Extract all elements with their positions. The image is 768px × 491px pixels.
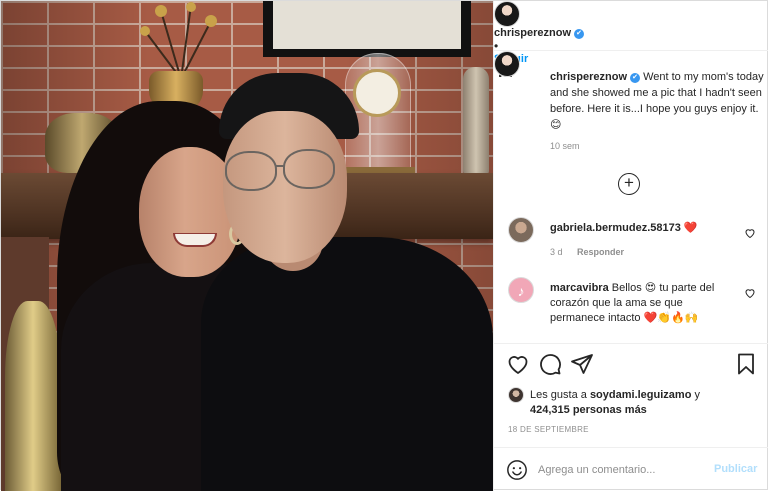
- comment-username[interactable]: gabriela.bermudez.58173: [550, 222, 681, 234]
- instagram-post: chrispereznow✔ • Seguir ··· chrisperezno…: [0, 0, 768, 491]
- photo-man-glasses-left: [225, 151, 277, 191]
- photo-statue: [463, 67, 489, 175]
- verified-badge-icon: ✔: [630, 73, 641, 83]
- caption-text: chrispereznow ✔ Went to my mom's today an…: [550, 69, 764, 133]
- comment-item: gabriela.bermudez.58173 ❤️ 3 d Responder: [494, 213, 768, 273]
- share-paper-plane-icon[interactable]: [570, 352, 594, 376]
- add-comment-bar: Publicar: [494, 447, 768, 491]
- post-header: chrispereznow✔ • Seguir ···: [494, 1, 768, 85]
- photo-clock-face: [353, 69, 401, 117]
- likes-prefix: Les gusta a: [530, 389, 590, 401]
- caption-username[interactable]: chrispereznow: [550, 71, 627, 83]
- heart-outline-icon[interactable]: [744, 227, 756, 239]
- post-date[interactable]: 18 DE SEPTIEMBRE: [508, 425, 589, 434]
- header-username[interactable]: chrispereznow ✔: [494, 27, 768, 39]
- photo-dried-flowers: [140, 2, 217, 79]
- comment-text: gabriela.bermudez.58173 ❤️: [550, 221, 740, 236]
- post-actions-bar: [494, 343, 768, 383]
- likes-line: Les gusta a soydami.leguizamo y: [530, 389, 700, 401]
- comment-input[interactable]: [538, 460, 708, 480]
- comment-text: marcavibra Bellos 😍 tu parte del corazón…: [550, 281, 740, 326]
- photo-brass-ornament: [5, 301, 61, 491]
- photo-man-glasses-right: [283, 149, 335, 189]
- heart-outline-icon[interactable]: [744, 287, 756, 299]
- likes-suffix: y: [691, 389, 700, 401]
- save-bookmark-icon[interactable]: [734, 352, 758, 376]
- like-heart-icon[interactable]: [506, 352, 530, 376]
- post-photo[interactable]: [1, 1, 493, 491]
- comment-item: ♪ marcavibra Bellos 😍 tu parte del coraz…: [494, 273, 768, 333]
- header-username-text[interactable]: chrispereznow: [494, 27, 571, 39]
- comment-body: ❤️: [683, 222, 698, 234]
- comment-bubble-icon[interactable]: [538, 352, 562, 376]
- photo-picture-frame-canvas: [273, 1, 461, 49]
- comment-avatar[interactable]: ♪: [508, 277, 534, 303]
- photo-man-glasses-bridge: [275, 165, 285, 167]
- verified-badge-icon: ✔: [574, 29, 585, 39]
- caption-timestamp[interactable]: 10 sem: [550, 141, 580, 151]
- emoji-smiley-icon[interactable]: [506, 459, 528, 481]
- avatar[interactable]: [494, 1, 520, 27]
- post-side-panel: chrispereznow✔ • Seguir ··· chrisperezno…: [493, 1, 768, 491]
- comment-timestamp[interactable]: 3 d: [550, 247, 563, 257]
- comment-username[interactable]: marcavibra: [550, 282, 609, 294]
- photo-man-body: [201, 237, 493, 491]
- likes-summary: Les gusta a soydami.leguizamo y 424,315 …: [506, 385, 766, 421]
- comment-meta: 3 d Responder: [550, 247, 636, 257]
- post-caption: chrispereznow ✔ Went to my mom's today an…: [494, 51, 768, 191]
- caption-avatar[interactable]: [494, 51, 520, 77]
- likes-others-link[interactable]: 424,315 personas más: [530, 404, 647, 416]
- comment-avatar[interactable]: [508, 217, 534, 243]
- load-more-comments-icon[interactable]: +: [618, 173, 640, 195]
- reply-button[interactable]: Responder: [577, 247, 624, 257]
- likes-user-link[interactable]: soydami.leguizamo: [590, 389, 691, 401]
- publish-button[interactable]: Publicar: [714, 463, 757, 475]
- likes-avatar[interactable]: [508, 387, 524, 403]
